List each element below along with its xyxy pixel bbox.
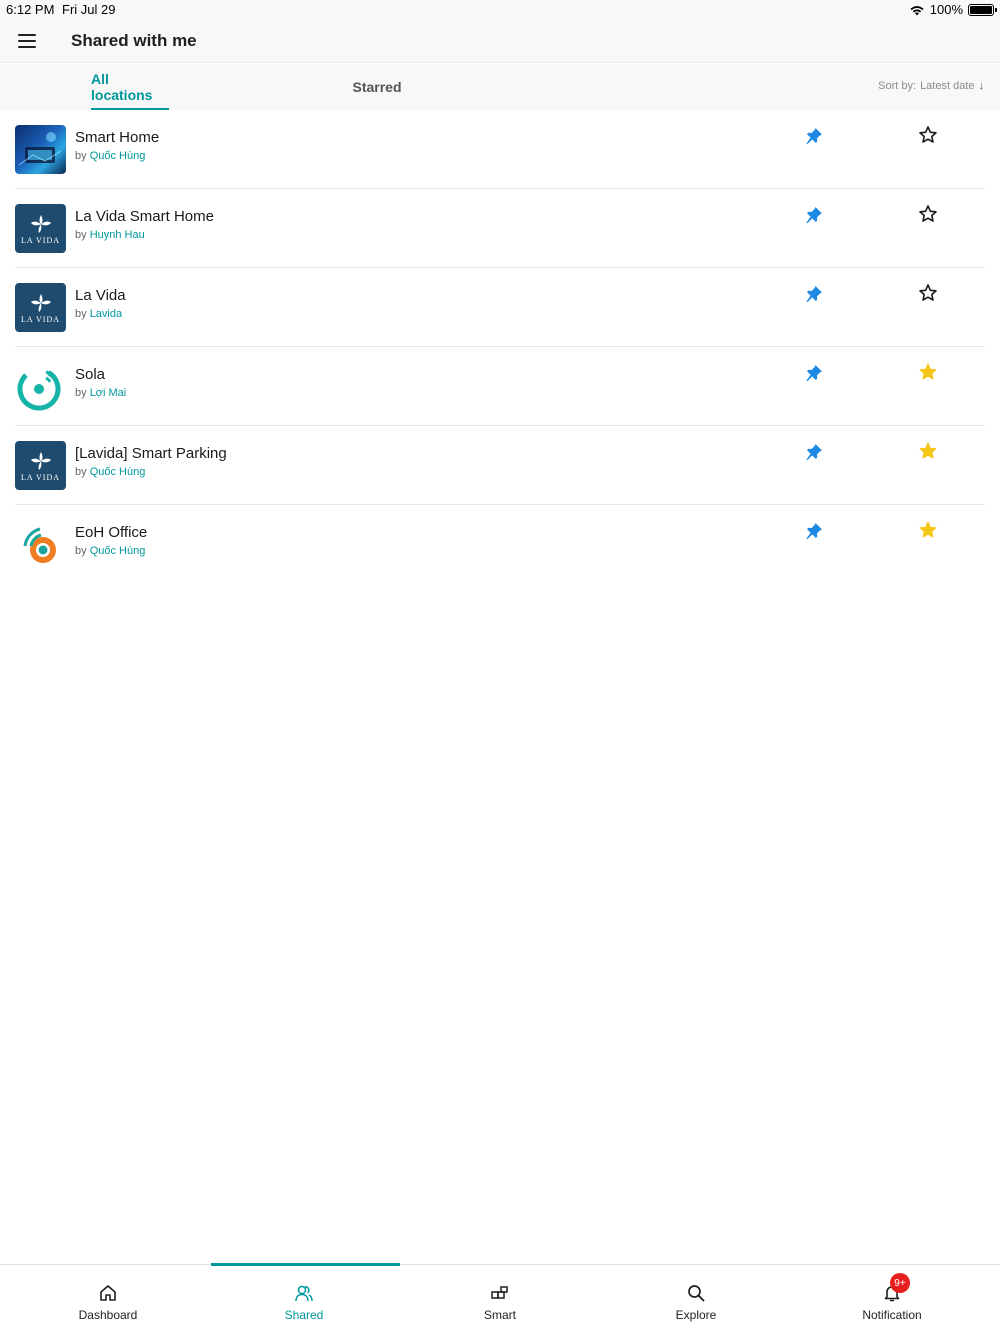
notification-badge: 9+ — [890, 1273, 910, 1293]
location-owner: by Lợi Mai — [75, 387, 127, 399]
lavida-logo-icon — [30, 214, 51, 233]
pin-icon[interactable] — [804, 205, 824, 225]
nav-shared[interactable]: Shared — [206, 1265, 402, 1334]
tab-all-locations[interactable]: All locations — [91, 64, 169, 110]
nav-explore[interactable]: Explore — [598, 1265, 794, 1334]
arrow-down-icon: ↓ — [978, 80, 985, 92]
location-thumbnail: LA VIDA — [15, 204, 66, 253]
pin-icon[interactable] — [804, 442, 824, 462]
eoh-logo-icon — [23, 527, 56, 563]
battery-icon — [968, 3, 997, 16]
star-outline-icon[interactable] — [918, 283, 938, 303]
sola-logo-icon — [17, 367, 61, 411]
bottom-nav: Dashboard Shared Smart Explore 9+ Notifi… — [0, 1263, 1000, 1334]
lavida-logo-icon — [30, 451, 51, 470]
app-header: Shared with me — [0, 20, 1000, 63]
location-title: EoH Office — [75, 524, 148, 541]
nav-smart[interactable]: Smart — [402, 1265, 598, 1334]
list-item[interactable]: LA VIDA [Lavida] Smart Parking by Quốc H… — [0, 426, 1000, 505]
location-thumbnail — [15, 520, 66, 569]
location-thumbnail: LA VIDA — [15, 441, 66, 490]
star-filled-icon[interactable] — [918, 441, 938, 461]
list-item[interactable]: Sola by Lợi Mai — [0, 347, 1000, 426]
star-filled-icon[interactable] — [918, 362, 938, 382]
page-title: Shared with me — [71, 31, 197, 50]
location-thumbnail: LA VIDA — [15, 283, 66, 332]
location-title: [Lavida] Smart Parking — [75, 445, 227, 462]
sort-label: Sort by: — [878, 80, 917, 92]
list-item[interactable]: LA VIDA La Vida by Lavida — [0, 268, 1000, 347]
tab-starred[interactable]: Starred — [350, 64, 404, 110]
nav-notification[interactable]: 9+ Notification — [794, 1265, 990, 1334]
location-thumbnail — [15, 125, 66, 174]
lavida-logo-icon — [30, 293, 51, 312]
tab-bar: All locations Starred Sort by: Latest da… — [0, 64, 1000, 110]
pin-icon[interactable] — [804, 521, 824, 541]
list-item[interactable]: LA VIDA La Vida Smart Home by Huynh Hau — [0, 189, 1000, 268]
smart-blocks-icon — [491, 1286, 508, 1299]
pin-icon[interactable] — [804, 284, 824, 304]
search-icon — [688, 1285, 705, 1302]
status-time: 6:12 PM — [6, 2, 55, 17]
menu-icon[interactable] — [14, 30, 40, 52]
star-filled-icon[interactable] — [918, 520, 938, 540]
star-outline-icon[interactable] — [918, 204, 938, 224]
home-icon — [100, 1285, 116, 1301]
star-outline-icon[interactable] — [918, 125, 938, 145]
location-owner: by Quốc Hùng — [75, 466, 146, 478]
location-title: La Vida — [75, 287, 126, 304]
list-item[interactable]: Smart Home by Quốc Hùng — [0, 110, 1000, 189]
status-bar: 6:12 PM Fri Jul 29 100% — [0, 0, 1000, 20]
status-date: Fri Jul 29 — [62, 2, 116, 17]
pin-icon[interactable] — [804, 363, 824, 383]
locations-list: Smart Home by Quốc Hùng LA VIDA La Vida … — [0, 110, 1000, 584]
sort-value: Latest date — [920, 80, 975, 92]
wifi-icon — [910, 5, 924, 15]
location-title: Sola — [75, 366, 106, 383]
shared-users-icon — [295, 1285, 313, 1302]
nav-dashboard[interactable]: Dashboard — [10, 1265, 206, 1334]
location-title: Smart Home — [75, 129, 160, 146]
list-item[interactable]: EoH Office by Quốc Hùng — [0, 505, 1000, 584]
location-owner: by Quốc Hùng — [75, 150, 146, 162]
location-owner: by Huynh Hau — [75, 229, 145, 241]
location-owner: by Lavida — [75, 308, 123, 320]
sort-dropdown[interactable]: Sort by: Latest date ↓ — [878, 80, 984, 92]
pin-icon[interactable] — [804, 126, 824, 146]
battery-percent: 100% — [929, 2, 963, 17]
location-title: La Vida Smart Home — [75, 208, 214, 225]
status-indicators: 100% — [909, 2, 997, 17]
location-thumbnail — [15, 362, 66, 411]
location-owner: by Quốc Hùng — [75, 545, 146, 557]
